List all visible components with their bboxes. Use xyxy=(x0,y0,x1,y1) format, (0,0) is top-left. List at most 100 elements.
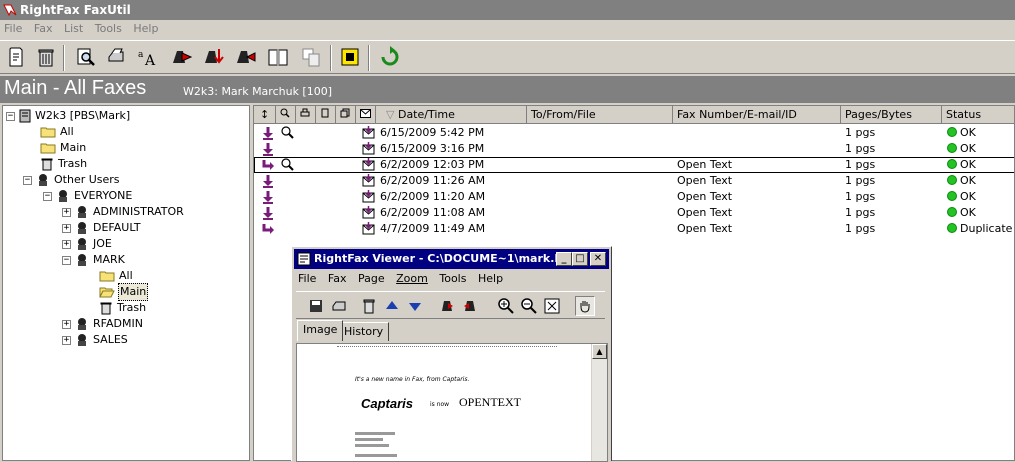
viewer-next-page-button[interactable] xyxy=(405,296,425,316)
expand-toggle[interactable]: + xyxy=(62,207,71,217)
viewer-print-button[interactable] xyxy=(329,296,349,316)
viewer-zoom-in-button[interactable] xyxy=(496,296,516,316)
viewer-tab-history[interactable]: History xyxy=(338,322,390,341)
refresh-button[interactable] xyxy=(378,45,402,69)
viewer-menu-help[interactable]: Help xyxy=(474,270,507,288)
viewer-menu-file[interactable]: File xyxy=(294,270,320,288)
col-copy-header[interactable] xyxy=(336,106,356,124)
view-button[interactable] xyxy=(74,45,98,69)
collapse-toggle[interactable]: − xyxy=(6,111,15,121)
expand-toggle[interactable]: + xyxy=(62,223,71,233)
fax-device-button[interactable] xyxy=(338,45,362,69)
tree-node-mark-all[interactable]: All xyxy=(99,268,134,284)
tree-node-root[interactable]: − W2k3 [PBS\Mark] xyxy=(6,108,131,124)
resend-button[interactable] xyxy=(234,45,258,69)
route-button[interactable] xyxy=(202,45,226,69)
viewer-rotate-right-button[interactable] xyxy=(460,296,480,316)
delete-button[interactable] xyxy=(34,45,58,69)
menu-tools[interactable]: Tools xyxy=(91,20,126,38)
forward-button[interactable] xyxy=(170,45,194,69)
menu-file[interactable]: File xyxy=(0,20,26,38)
table-row[interactable]: 6/2/2009 11:08 AM Open Text 1 pgs OK xyxy=(254,205,1014,221)
fax-envelope-icon xyxy=(362,126,375,139)
expand-toggle[interactable]: + xyxy=(62,239,71,249)
col-view-header[interactable] xyxy=(276,106,296,124)
user-icon xyxy=(78,318,86,330)
status-cell: OK xyxy=(947,141,976,157)
tree-node-user[interactable]: + JOE xyxy=(62,236,113,252)
viewed-magnifier-icon xyxy=(281,158,294,171)
col-pages-header[interactable]: Pages/Bytes xyxy=(841,106,942,124)
table-row[interactable]: 6/15/2009 3:16 PM 1 pgs OK xyxy=(254,141,1014,157)
minimize-button[interactable]: _ xyxy=(556,252,572,266)
viewer-save-button[interactable] xyxy=(306,296,326,316)
viewer-fit-button[interactable] xyxy=(542,296,562,316)
expand-toggle[interactable]: + xyxy=(62,319,71,329)
status-ok-icon xyxy=(947,175,957,185)
viewer-title-bar[interactable]: RightFax Viewer - C:\DOCUME~1\mark.P... … xyxy=(294,249,609,269)
col-printer-header[interactable] xyxy=(296,106,316,124)
cover-sheet-button[interactable] xyxy=(300,45,324,69)
viewer-tab-image[interactable]: Image xyxy=(297,320,344,341)
viewer-prev-page-button[interactable] xyxy=(382,296,402,316)
table-row[interactable]: 4/7/2009 11:49 AM Open Text 1 pgs Duplicate xyxy=(254,221,1014,237)
tree-node-trash[interactable]: Trash xyxy=(40,156,88,172)
col-pages-label: Pages/Bytes xyxy=(845,108,912,121)
viewer-menu-zoom[interactable]: Zoom xyxy=(392,270,432,288)
datetime-cell: 6/15/2009 3:16 PM xyxy=(380,142,485,155)
col-datetime-header[interactable]: ▽ Date/Time xyxy=(376,106,527,124)
viewer-window[interactable]: RightFax Viewer - C:\DOCUME~1\mark.P... … xyxy=(291,246,612,462)
table-row[interactable]: 6/2/2009 11:26 AM Open Text 1 pgs OK xyxy=(254,173,1014,189)
zoom-in-icon xyxy=(498,298,514,314)
magnifier-icon xyxy=(77,48,95,66)
viewer-zoom-out-button[interactable] xyxy=(519,296,539,316)
tree-node-user[interactable]: + SALES xyxy=(62,332,129,348)
table-row[interactable]: 6/2/2009 11:20 AM Open Text 1 pgs OK xyxy=(254,189,1014,205)
datetime-cell: 6/15/2009 5:42 PM xyxy=(380,126,485,139)
col-tofrom-header[interactable]: To/From/File xyxy=(527,106,673,124)
viewer-menu-page[interactable]: Page xyxy=(354,270,389,288)
tree-node-other-users[interactable]: − Other Users xyxy=(23,172,121,188)
viewer-pan-button[interactable] xyxy=(575,296,595,316)
col-faxnumber-header[interactable]: Fax Number/E-mail/ID xyxy=(673,106,841,124)
close-button[interactable]: ✕ xyxy=(590,252,606,266)
tree-node-user[interactable]: + DEFAULT xyxy=(62,220,142,236)
print-button[interactable] xyxy=(104,45,128,69)
viewer-rotate-left-button[interactable] xyxy=(437,296,457,316)
viewer-vertical-scrollbar[interactable]: ▲ xyxy=(591,344,607,461)
tree-node-everyone[interactable]: − EVERYONE xyxy=(43,188,133,204)
menu-fax[interactable]: Fax xyxy=(30,20,57,38)
tree-node-user[interactable]: + ADMINISTRATOR xyxy=(62,204,185,220)
tree-node-user[interactable]: + RFADMIN xyxy=(62,316,144,332)
viewer-menu-fax[interactable]: Fax xyxy=(324,270,351,288)
maximize-button[interactable]: □ xyxy=(572,252,588,266)
col-direction-header[interactable]: ↕ xyxy=(254,106,276,124)
collapse-toggle[interactable]: − xyxy=(23,175,32,185)
expand-toggle[interactable]: + xyxy=(62,335,71,345)
viewer-delete-button[interactable] xyxy=(359,296,379,316)
new-fax-button[interactable] xyxy=(4,45,28,69)
col-envelope-header[interactable] xyxy=(356,106,376,124)
status-ok-icon xyxy=(947,127,957,137)
collapse-toggle[interactable]: − xyxy=(43,191,52,201)
col-status-header[interactable]: Status xyxy=(942,106,1014,124)
tree-label-selected: Main xyxy=(118,283,149,301)
received-fax-icon xyxy=(263,191,273,204)
tree-node-all[interactable]: All xyxy=(40,124,75,140)
phonebook-button[interactable] xyxy=(266,45,290,69)
table-row[interactable]: 6/15/2009 5:42 PM 1 pgs OK xyxy=(254,125,1014,141)
menu-help[interactable]: Help xyxy=(129,20,162,38)
scroll-up-button[interactable]: ▲ xyxy=(592,344,607,359)
tree-node-mark-trash[interactable]: Trash xyxy=(99,300,147,316)
collapse-toggle[interactable]: − xyxy=(62,255,71,265)
received-fax-icon xyxy=(263,207,273,220)
viewer-menu-tools[interactable]: Tools xyxy=(435,270,470,288)
tree-node-mark-main[interactable]: Main xyxy=(99,283,149,301)
table-row[interactable]: 6/2/2009 12:03 PM Open Text 1 pgs OK xyxy=(254,157,1014,173)
user-icon xyxy=(78,222,86,234)
tree-node-main[interactable]: Main xyxy=(40,140,87,156)
col-page-header[interactable] xyxy=(316,106,336,124)
font-button[interactable]: aA xyxy=(136,45,160,69)
tree-node-user[interactable]: − MARK xyxy=(62,252,126,268)
menu-list[interactable]: List xyxy=(60,20,87,38)
